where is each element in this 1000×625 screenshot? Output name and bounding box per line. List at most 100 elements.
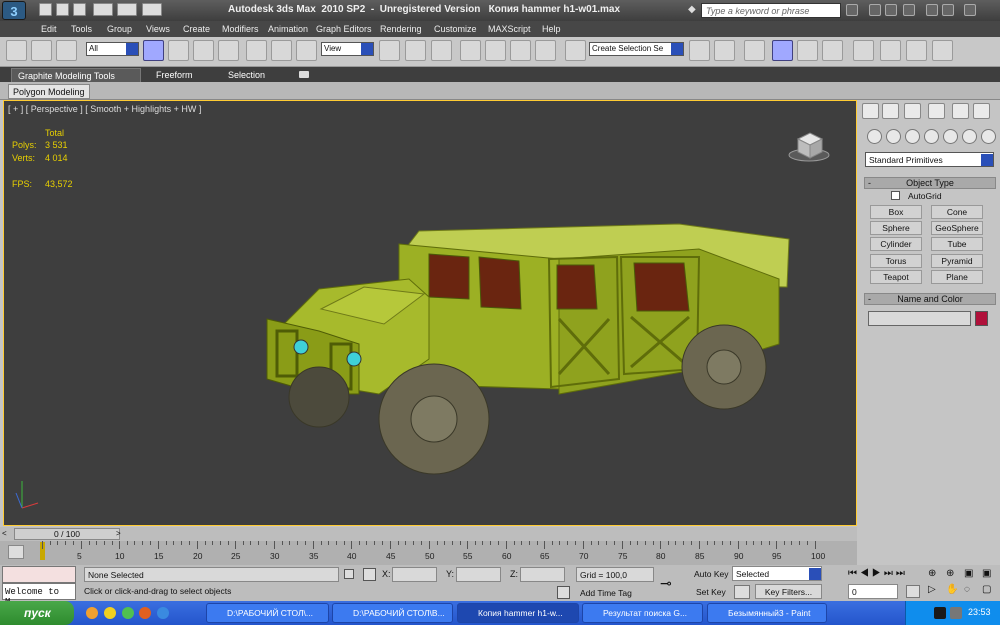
- undo-icon[interactable]: [93, 3, 113, 16]
- cylinder-button[interactable]: Cylinder: [870, 237, 922, 251]
- lock-selection-icon[interactable]: [344, 569, 354, 579]
- task-3dsmax[interactable]: Копия hammer h1-w...: [457, 603, 579, 623]
- absolute-mode-icon[interactable]: [363, 568, 376, 581]
- tray-app-icon[interactable]: [934, 607, 946, 619]
- object-color-swatch[interactable]: [975, 311, 988, 326]
- slider-prev-arrow-icon[interactable]: <: [2, 529, 7, 538]
- time-slider[interactable]: < 0 / 100 >: [0, 527, 857, 541]
- maxscript-listener-pink[interactable]: [2, 566, 76, 583]
- firefox-icon[interactable]: [139, 607, 151, 619]
- autogrid-checkbox[interactable]: [891, 191, 900, 200]
- menu-rendering[interactable]: Rendering: [380, 24, 422, 34]
- rotate-icon[interactable]: [271, 40, 292, 61]
- named-selection-set-dropdown[interactable]: Create Selection Se: [589, 42, 684, 56]
- save-file-icon[interactable]: [73, 3, 86, 16]
- layer-manager-icon[interactable]: [744, 40, 765, 61]
- set-key-button[interactable]: Set Key: [696, 587, 726, 597]
- favorites-star-icon[interactable]: [885, 4, 897, 16]
- communication-center-icon[interactable]: [869, 4, 881, 16]
- torus-button[interactable]: Torus: [870, 254, 922, 268]
- app-logo-icon[interactable]: 3: [2, 1, 26, 20]
- graphite-modeling-tools-icon[interactable]: [772, 40, 793, 61]
- motion-tab-icon[interactable]: [928, 103, 945, 119]
- field-of-view-icon[interactable]: ▷: [928, 584, 936, 595]
- add-time-tag-button[interactable]: Add Time Tag: [580, 588, 632, 598]
- select-manipulate-icon[interactable]: [405, 40, 426, 61]
- perspective-viewport[interactable]: [ + ] [ Perspective ] [ Smooth + Highlig…: [3, 100, 857, 526]
- open-file-icon[interactable]: [56, 3, 69, 16]
- angle-snap-icon[interactable]: [485, 40, 506, 61]
- align-icon[interactable]: [714, 40, 735, 61]
- pan-icon[interactable]: ✋: [946, 584, 958, 595]
- menu-create[interactable]: Create: [183, 24, 210, 34]
- snaps-toggle-icon[interactable]: [460, 40, 481, 61]
- viewcube-icon[interactable]: [784, 125, 834, 165]
- menu-help[interactable]: Help: [542, 24, 561, 34]
- spinner-snap-icon[interactable]: [535, 40, 556, 61]
- bind-space-warp-icon[interactable]: [56, 40, 77, 61]
- time-configuration-icon[interactable]: [906, 585, 920, 598]
- reference-coordinate-dropdown[interactable]: View: [321, 42, 374, 56]
- menu-graph-editors[interactable]: Graph Editors: [316, 24, 372, 34]
- chrome-icon[interactable]: [104, 607, 116, 619]
- y-coordinate-field[interactable]: [456, 567, 501, 582]
- sphere-button[interactable]: Sphere: [870, 221, 922, 235]
- new-file-icon[interactable]: [39, 3, 52, 16]
- modify-tab-icon[interactable]: [882, 103, 899, 119]
- teapot-button[interactable]: Teapot: [870, 270, 922, 284]
- select-by-name-icon[interactable]: [168, 40, 189, 61]
- quicklaunch-green-icon[interactable]: [122, 607, 134, 619]
- task-folder-1[interactable]: D:\РАБОЧИЙ СТОЛ\...: [206, 603, 329, 623]
- hierarchy-tab-icon[interactable]: [904, 103, 921, 119]
- percent-snap-icon[interactable]: [510, 40, 531, 61]
- lights-category-icon[interactable]: [905, 129, 920, 144]
- search-input[interactable]: Type a keyword or phrase: [701, 3, 841, 18]
- tab-graphite-modeling-tools[interactable]: Graphite Modeling Tools: [11, 68, 141, 82]
- box-button[interactable]: Box: [870, 205, 922, 219]
- set-key-key-icon[interactable]: ⊸: [660, 575, 672, 592]
- task-folder-2[interactable]: D:\РАБОЧИЙ СТОЛ\В...: [332, 603, 453, 623]
- playback-controls-icon[interactable]: ⏮◀▶⏭⏭: [848, 568, 908, 579]
- mini-curve-editor-icon[interactable]: [8, 545, 24, 559]
- plane-button[interactable]: Plane: [931, 270, 983, 284]
- tray-volume-icon[interactable]: [950, 607, 962, 619]
- slider-next-arrow-icon[interactable]: >: [116, 529, 121, 538]
- move-icon[interactable]: [246, 40, 267, 61]
- maximize-viewport-icon[interactable]: ▢: [982, 584, 991, 595]
- keyboard-shortcut-override-icon[interactable]: [431, 40, 452, 61]
- rectangular-selection-icon[interactable]: [193, 40, 214, 61]
- menu-group[interactable]: Group: [107, 24, 132, 34]
- schematic-view-icon[interactable]: [822, 40, 843, 61]
- humvee-3d-model[interactable]: [259, 219, 819, 494]
- helpers-category-icon[interactable]: [943, 129, 958, 144]
- pyramid-button[interactable]: Pyramid: [931, 254, 983, 268]
- zoom-all-icon[interactable]: ⊕: [946, 568, 954, 579]
- time-tag-icon[interactable]: [557, 586, 570, 599]
- current-frame-field[interactable]: 0: [848, 584, 898, 599]
- viewport-label[interactable]: [ + ] [ Perspective ] [ Smooth + Highlig…: [8, 104, 201, 114]
- curve-editor-icon[interactable]: [797, 40, 818, 61]
- utilities-tab-icon[interactable]: [973, 103, 990, 119]
- task-paint[interactable]: Безымянный3 - Paint: [707, 603, 827, 623]
- track-bar[interactable]: 5 10 15 20 25 30 35 40 45 50 55 60 65 70 75 80 85 90 95 100: [0, 541, 857, 565]
- pivot-center-icon[interactable]: [379, 40, 400, 61]
- unlink-icon[interactable]: [31, 40, 52, 61]
- zoom-icon[interactable]: ⊕: [928, 568, 936, 579]
- cone-button[interactable]: Cone: [931, 205, 983, 219]
- default-in-out-tangents-icon[interactable]: [734, 585, 750, 599]
- menu-modifiers[interactable]: Modifiers: [222, 24, 259, 34]
- project-folder-icon[interactable]: [142, 3, 162, 16]
- zoom-extents-all-icon[interactable]: ▣: [982, 568, 991, 579]
- key-filters-button[interactable]: Key Filters...: [755, 584, 822, 599]
- cameras-category-icon[interactable]: [924, 129, 939, 144]
- minimize-icon[interactable]: [926, 4, 938, 16]
- menu-views[interactable]: Views: [146, 24, 170, 34]
- ie-icon[interactable]: [157, 607, 169, 619]
- edit-named-selection-icon[interactable]: [565, 40, 586, 61]
- select-object-icon[interactable]: [143, 40, 164, 61]
- binoculars-icon[interactable]: [846, 4, 858, 16]
- panel-polygon-modeling[interactable]: Polygon Modeling: [8, 84, 90, 99]
- help-icon[interactable]: [903, 4, 915, 16]
- search-arrow-icon[interactable]: ◆: [688, 4, 698, 16]
- name-and-color-rollout-header[interactable]: - Name and Color: [864, 293, 996, 305]
